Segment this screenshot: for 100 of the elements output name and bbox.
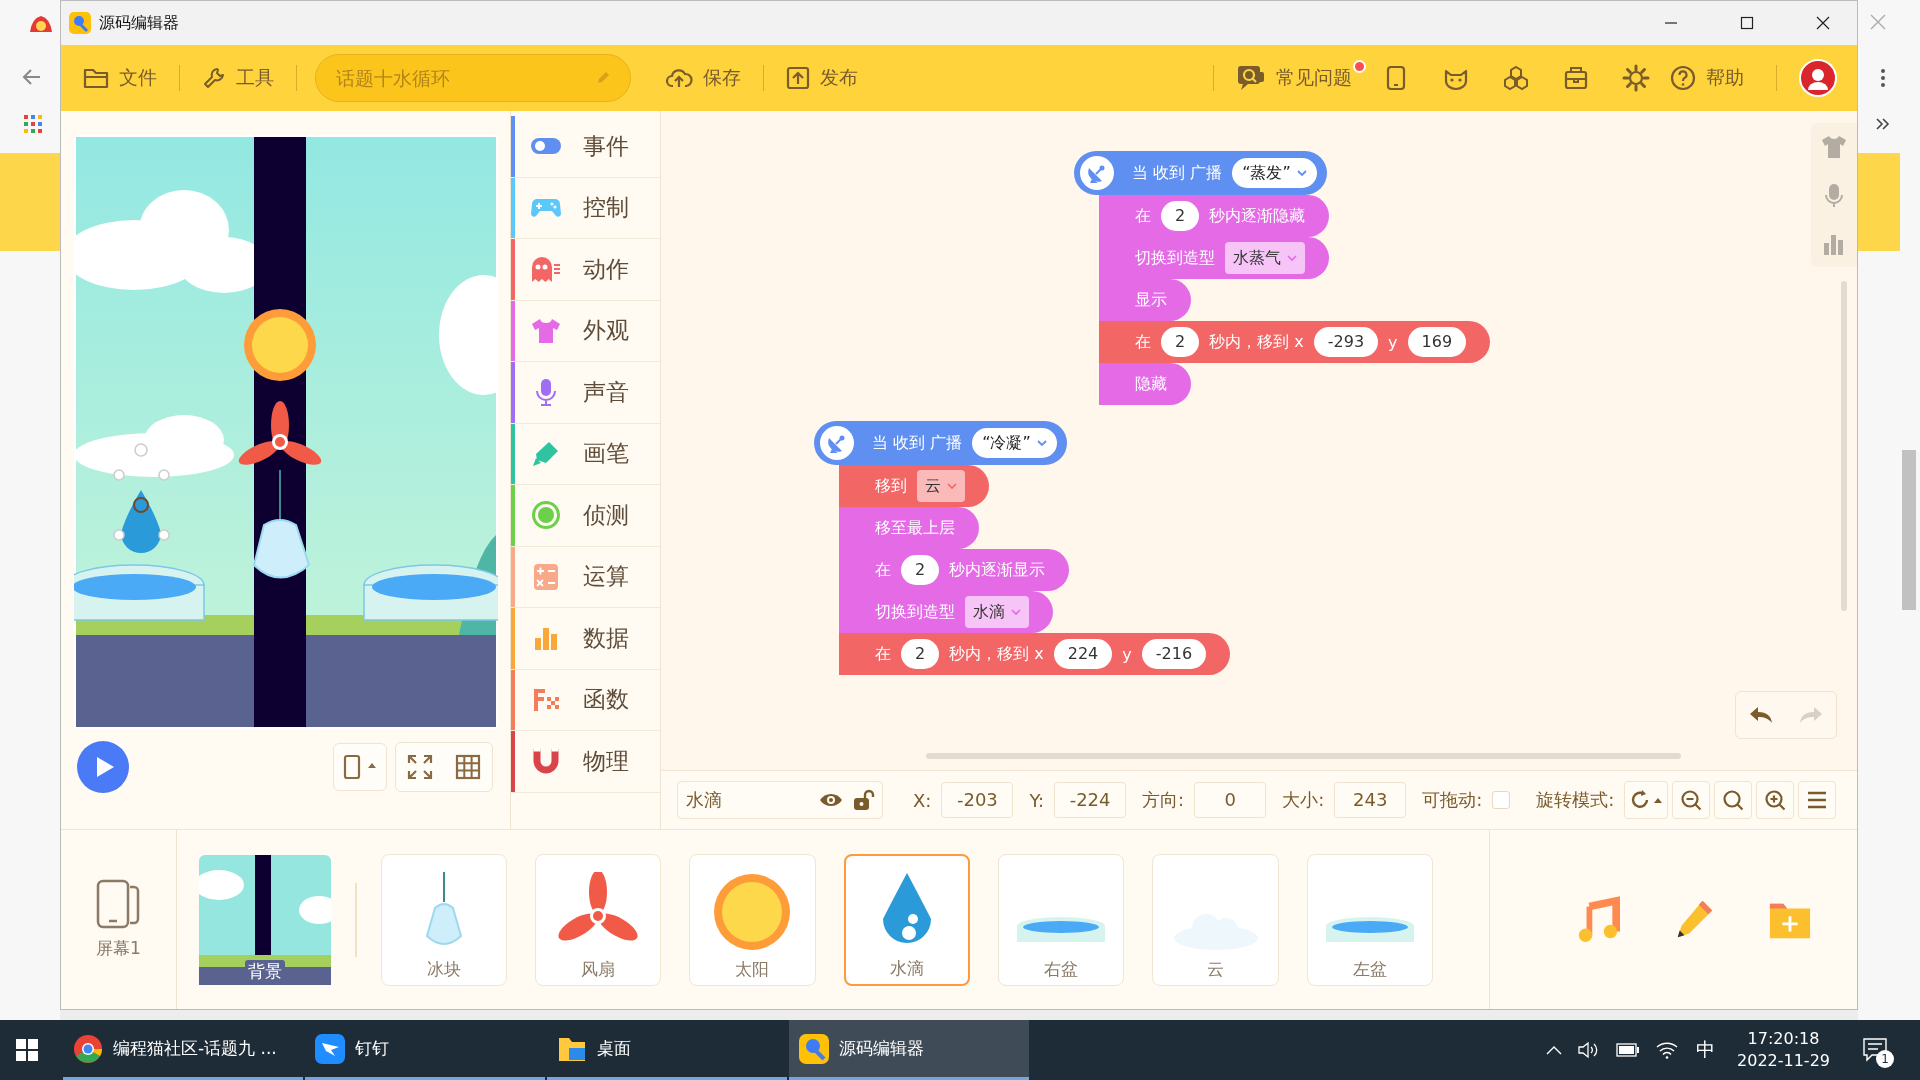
- direction-field[interactable]: 0: [1194, 782, 1267, 818]
- category-label: 控制: [583, 193, 629, 223]
- category-item[interactable]: 画笔: [511, 423, 660, 485]
- faq-button[interactable]: 常见问题: [1232, 56, 1366, 100]
- x-field[interactable]: -203: [941, 782, 1014, 818]
- toolbox-icon: [1563, 65, 1589, 91]
- block-label: 移至最上层: [875, 517, 955, 539]
- stage-scene-drawing[interactable]: [74, 135, 498, 729]
- code-block[interactable]: 移到 云: [839, 465, 989, 507]
- taskbar-item[interactable]: 编程猫社区-话题九 ...: [63, 1020, 303, 1080]
- toggle-icon: [531, 137, 561, 156]
- y-label: Y:: [1029, 789, 1045, 811]
- category-label: 事件: [583, 131, 629, 161]
- category-item[interactable]: 外观: [511, 300, 660, 362]
- play-button[interactable]: [77, 741, 129, 793]
- number-input[interactable]: 169: [1407, 327, 1467, 357]
- draggable-checkbox[interactable]: [1492, 791, 1511, 809]
- message-dropdown[interactable]: “冷凝”: [972, 428, 1057, 458]
- message-dropdown[interactable]: “蒸发”: [1232, 158, 1317, 188]
- unlock-icon[interactable]: [853, 789, 875, 811]
- battery-icon[interactable]: [1616, 1043, 1640, 1057]
- sprite-card[interactable]: 风扇: [535, 853, 662, 986]
- category-item[interactable]: 数据: [511, 608, 660, 670]
- more-icon[interactable]: [1880, 68, 1886, 88]
- dropdown-menu[interactable]: 云: [917, 470, 965, 502]
- back-arrow-icon[interactable]: [22, 68, 42, 86]
- dropdown-menu[interactable]: 水滴: [965, 596, 1029, 628]
- sprite-name: 左盆: [1352, 957, 1387, 981]
- chevron-icon[interactable]: [1876, 118, 1890, 130]
- menu-button[interactable]: 文件: [79, 56, 161, 100]
- close-icon: [1816, 16, 1830, 30]
- event-hat-block[interactable]: 当 收到 广播 “冷凝”: [814, 421, 1067, 465]
- number-input[interactable]: 2: [901, 555, 940, 585]
- window-title: 源码编辑器: [99, 12, 179, 34]
- taskbar-item[interactable]: 桌面: [547, 1020, 787, 1080]
- speaker-icon[interactable]: [1578, 1041, 1600, 1059]
- marker-icon: [531, 439, 561, 468]
- menu-button[interactable]: 工具: [198, 56, 278, 100]
- category-item[interactable]: 动作: [511, 239, 660, 301]
- code-block[interactable]: 在 2 秒内，移到 x -293 y 169: [1099, 321, 1491, 363]
- avatar-icon[interactable]: [1799, 59, 1837, 97]
- number-input[interactable]: 2: [901, 639, 940, 669]
- category-item[interactable]: 事件: [511, 116, 660, 178]
- category-item[interactable]: 物理: [511, 731, 660, 793]
- wifi-icon[interactable]: [1656, 1041, 1678, 1059]
- number-input[interactable]: -293: [1313, 327, 1379, 357]
- horizontal-scrollbar[interactable]: [926, 753, 1681, 759]
- draggable-label: 可拖动:: [1422, 788, 1483, 812]
- size-field[interactable]: 243: [1334, 782, 1407, 818]
- zoom-out-button[interactable]: [1672, 781, 1711, 819]
- sprite-card[interactable]: 右盆: [998, 853, 1125, 986]
- apps-grid-icon[interactable]: [24, 115, 42, 133]
- chevron-down-icon: [1296, 169, 1307, 177]
- help-button[interactable]: 帮助: [1666, 56, 1758, 100]
- page-scrollbar[interactable]: [1902, 450, 1916, 610]
- y-field[interactable]: -224: [1054, 782, 1127, 818]
- sprite-card[interactable]: 云: [1152, 853, 1279, 986]
- toolbar-button[interactable]: 发布: [782, 56, 862, 100]
- menu-button[interactable]: [1798, 781, 1837, 819]
- sprite-card[interactable]: 冰块: [380, 853, 507, 986]
- caret-up-icon[interactable]: [1546, 1045, 1562, 1055]
- taskbar-item[interactable]: 钉钉: [305, 1020, 545, 1080]
- event-hat-block[interactable]: 当 收到 广播 “蒸发”: [1074, 151, 1327, 195]
- category-item[interactable]: 函数: [511, 669, 660, 731]
- sprite-name-field[interactable]: 水滴: [677, 781, 883, 819]
- notification-button[interactable]: 1: [1856, 1030, 1896, 1070]
- sprite-card[interactable]: 左盆: [1306, 853, 1434, 986]
- code-block[interactable]: 在 2 秒内逐渐隐藏: [1099, 195, 1330, 237]
- code-block[interactable]: 在 2 秒内，移到 x 224 y -216: [839, 633, 1231, 675]
- toolbar-button[interactable]: 保存: [661, 56, 745, 100]
- number-input[interactable]: 2: [1161, 327, 1200, 357]
- code-block[interactable]: 切换到造型 水蒸气: [1099, 237, 1329, 279]
- category-item[interactable]: 运算: [511, 546, 660, 608]
- sprite-name: 云: [1207, 957, 1225, 981]
- code-block[interactable]: 在 2 秒内逐渐显示: [839, 549, 1070, 591]
- number-input[interactable]: 2: [1161, 201, 1200, 231]
- code-block[interactable]: 切换到造型 水滴: [839, 591, 1053, 633]
- category-item[interactable]: 声音: [511, 362, 660, 424]
- rotation-mode-dropdown[interactable]: [1624, 781, 1669, 819]
- sprite-card[interactable]: 太阳: [689, 853, 816, 986]
- search-button[interactable]: [1714, 781, 1753, 819]
- chevron-down-icon: [947, 482, 957, 490]
- category-item[interactable]: 控制: [511, 177, 660, 239]
- backdrop-thumbnail[interactable]: [198, 854, 331, 985]
- taskbar-item[interactable]: 源码编辑器: [789, 1020, 1029, 1080]
- device-dropdown-button[interactable]: [333, 743, 387, 791]
- eye-icon[interactable]: [819, 792, 843, 808]
- sprite-card[interactable]: 水滴: [843, 853, 971, 986]
- zoom-in-button[interactable]: [1756, 781, 1795, 819]
- category-item[interactable]: 侦测: [511, 485, 660, 547]
- phone-caret-icon: [342, 754, 378, 780]
- magnet-icon: [531, 747, 561, 776]
- start-icon[interactable]: [16, 1039, 38, 1061]
- music-note-icon[interactable]: [1576, 895, 1620, 944]
- vertical-scrollbar[interactable]: [1841, 281, 1847, 611]
- number-input[interactable]: -216: [1141, 639, 1207, 669]
- input-method-indicator[interactable]: 中: [1696, 1037, 1715, 1063]
- dropdown-menu[interactable]: 水蒸气: [1225, 242, 1305, 274]
- number-input[interactable]: 224: [1053, 639, 1113, 669]
- wrench-icon: [202, 66, 226, 90]
